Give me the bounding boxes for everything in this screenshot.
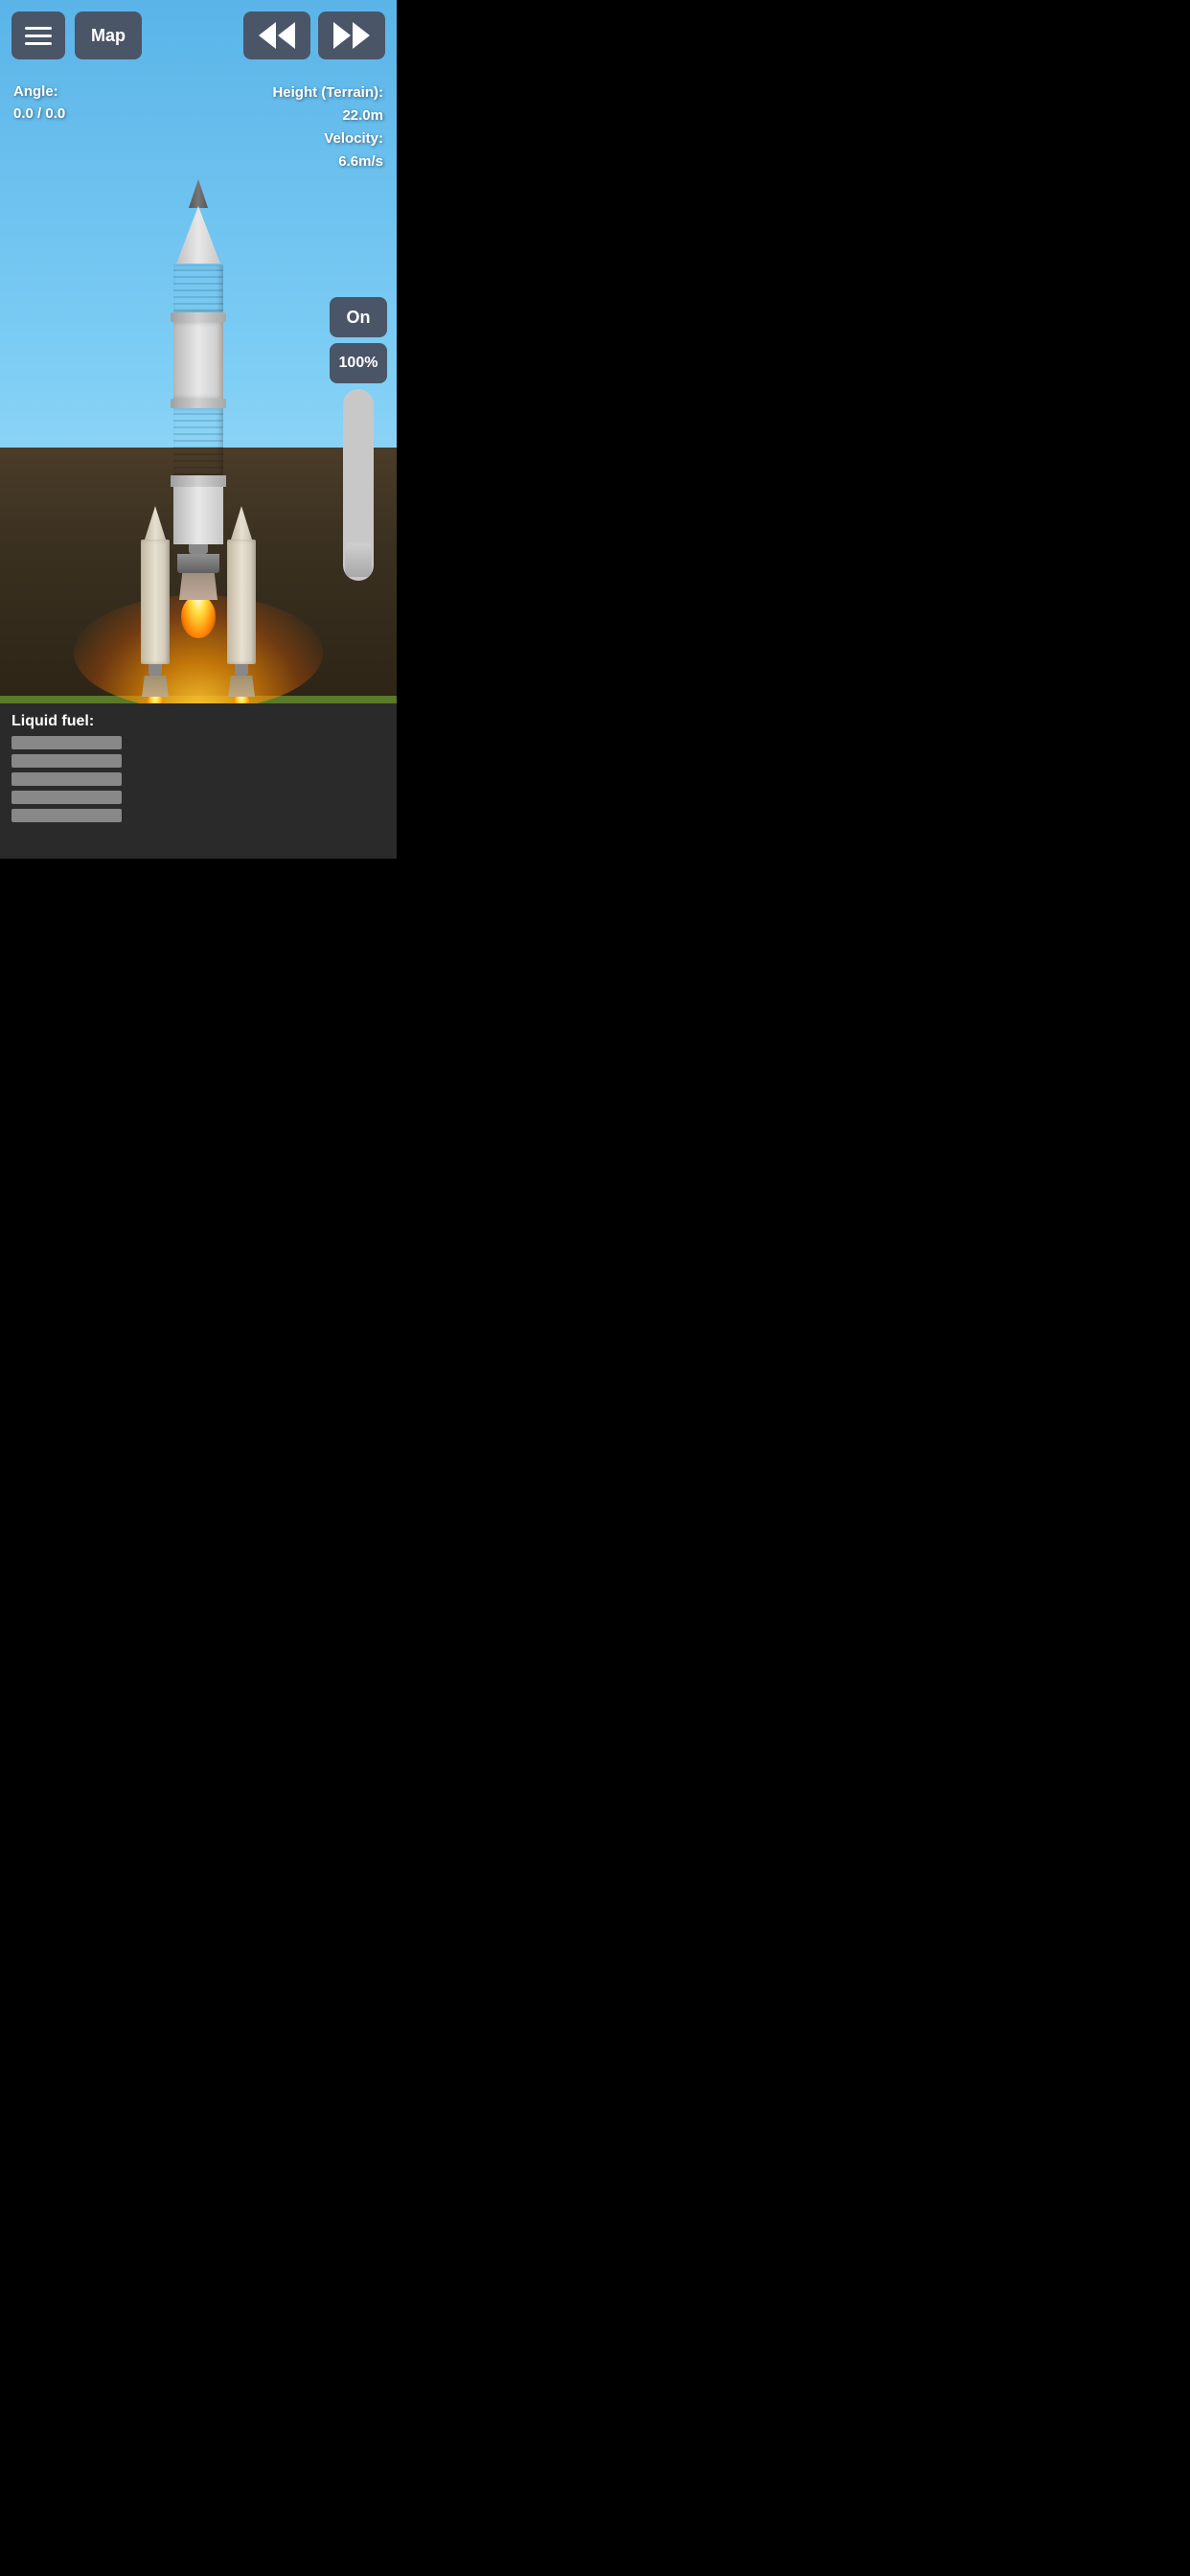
right-controls: On 100% bbox=[330, 297, 387, 581]
menu-line2 bbox=[25, 34, 52, 37]
booster-right bbox=[227, 506, 256, 720]
height-value: 22.0m bbox=[272, 104, 383, 127]
stats-right: Height (Terrain): 22.0m Velocity: 6.6m/s bbox=[272, 81, 383, 173]
top-right-controls bbox=[243, 12, 385, 59]
main-nozzle bbox=[179, 573, 217, 600]
top-left-controls: Map bbox=[11, 12, 142, 59]
forward-arrow2 bbox=[353, 22, 370, 49]
velocity-value: 6.6m/s bbox=[272, 150, 383, 173]
throttle-percent-label: 100% bbox=[339, 355, 378, 372]
rocket-segment3 bbox=[173, 408, 223, 475]
fuel-label: Liquid fuel: bbox=[11, 713, 385, 730]
fuel-bars bbox=[11, 736, 385, 849]
booster-left-nozzle bbox=[142, 676, 169, 697]
rewind-arrow1 bbox=[259, 22, 276, 49]
rewind-icon bbox=[259, 22, 295, 49]
menu-line1 bbox=[25, 27, 52, 30]
engine-on-button[interactable]: On bbox=[330, 297, 387, 337]
fuel-bar-5 bbox=[11, 809, 122, 822]
rocket-nosecone bbox=[176, 206, 220, 264]
fuel-bar-3 bbox=[11, 772, 122, 786]
booster-left-nose bbox=[145, 506, 166, 540]
rocket bbox=[93, 179, 304, 720]
booster-right-nose bbox=[231, 506, 252, 540]
game-screen: Map Angle: 0.0 / 0.0 Height (Terrain): bbox=[0, 0, 397, 859]
rewind-button[interactable] bbox=[243, 12, 310, 59]
angle-value: 0.0 / 0.0 bbox=[13, 104, 65, 126]
main-lower-body bbox=[173, 487, 223, 544]
throttle-thumb[interactable] bbox=[345, 542, 372, 577]
stats-left: Angle: 0.0 / 0.0 bbox=[13, 81, 65, 125]
main-center-bracket bbox=[189, 544, 208, 554]
map-button[interactable]: Map bbox=[75, 12, 142, 59]
booster-left bbox=[141, 506, 170, 720]
velocity-label: Velocity: bbox=[272, 127, 383, 150]
throttle-percent-button[interactable]: 100% bbox=[330, 343, 387, 383]
forward-icon bbox=[333, 22, 370, 49]
rocket-base bbox=[171, 475, 226, 487]
main-flame bbox=[181, 595, 216, 638]
booster-left-bracket bbox=[149, 664, 162, 676]
rewind-arrow2 bbox=[278, 22, 295, 49]
top-bar: Map bbox=[0, 0, 397, 77]
forward-button[interactable] bbox=[318, 12, 385, 59]
menu-line3 bbox=[25, 42, 52, 45]
fuel-bar-1 bbox=[11, 736, 122, 749]
forward-arrow1 bbox=[333, 22, 351, 49]
rocket-segment1 bbox=[173, 264, 223, 312]
map-label: Map bbox=[91, 26, 126, 46]
rocket-nose-cap bbox=[189, 179, 208, 208]
rocket-ring1 bbox=[171, 312, 226, 322]
rocket-segment2 bbox=[173, 322, 223, 399]
fuel-bar-2 bbox=[11, 754, 122, 768]
angle-label: Angle: bbox=[13, 81, 65, 104]
booster-right-bracket bbox=[235, 664, 248, 676]
main-lower bbox=[173, 487, 223, 638]
throttle-slider[interactable] bbox=[343, 389, 374, 581]
booster-right-body bbox=[227, 540, 256, 664]
main-engine bbox=[177, 554, 219, 573]
rocket-ring2 bbox=[171, 399, 226, 408]
menu-button[interactable] bbox=[11, 12, 65, 59]
bottom-bar: Liquid fuel: bbox=[0, 703, 397, 859]
booster-right-nozzle bbox=[228, 676, 255, 697]
fuel-bar-4 bbox=[11, 791, 122, 804]
booster-left-body bbox=[141, 540, 170, 664]
height-label: Height (Terrain): bbox=[272, 81, 383, 104]
engine-on-label: On bbox=[347, 308, 371, 328]
